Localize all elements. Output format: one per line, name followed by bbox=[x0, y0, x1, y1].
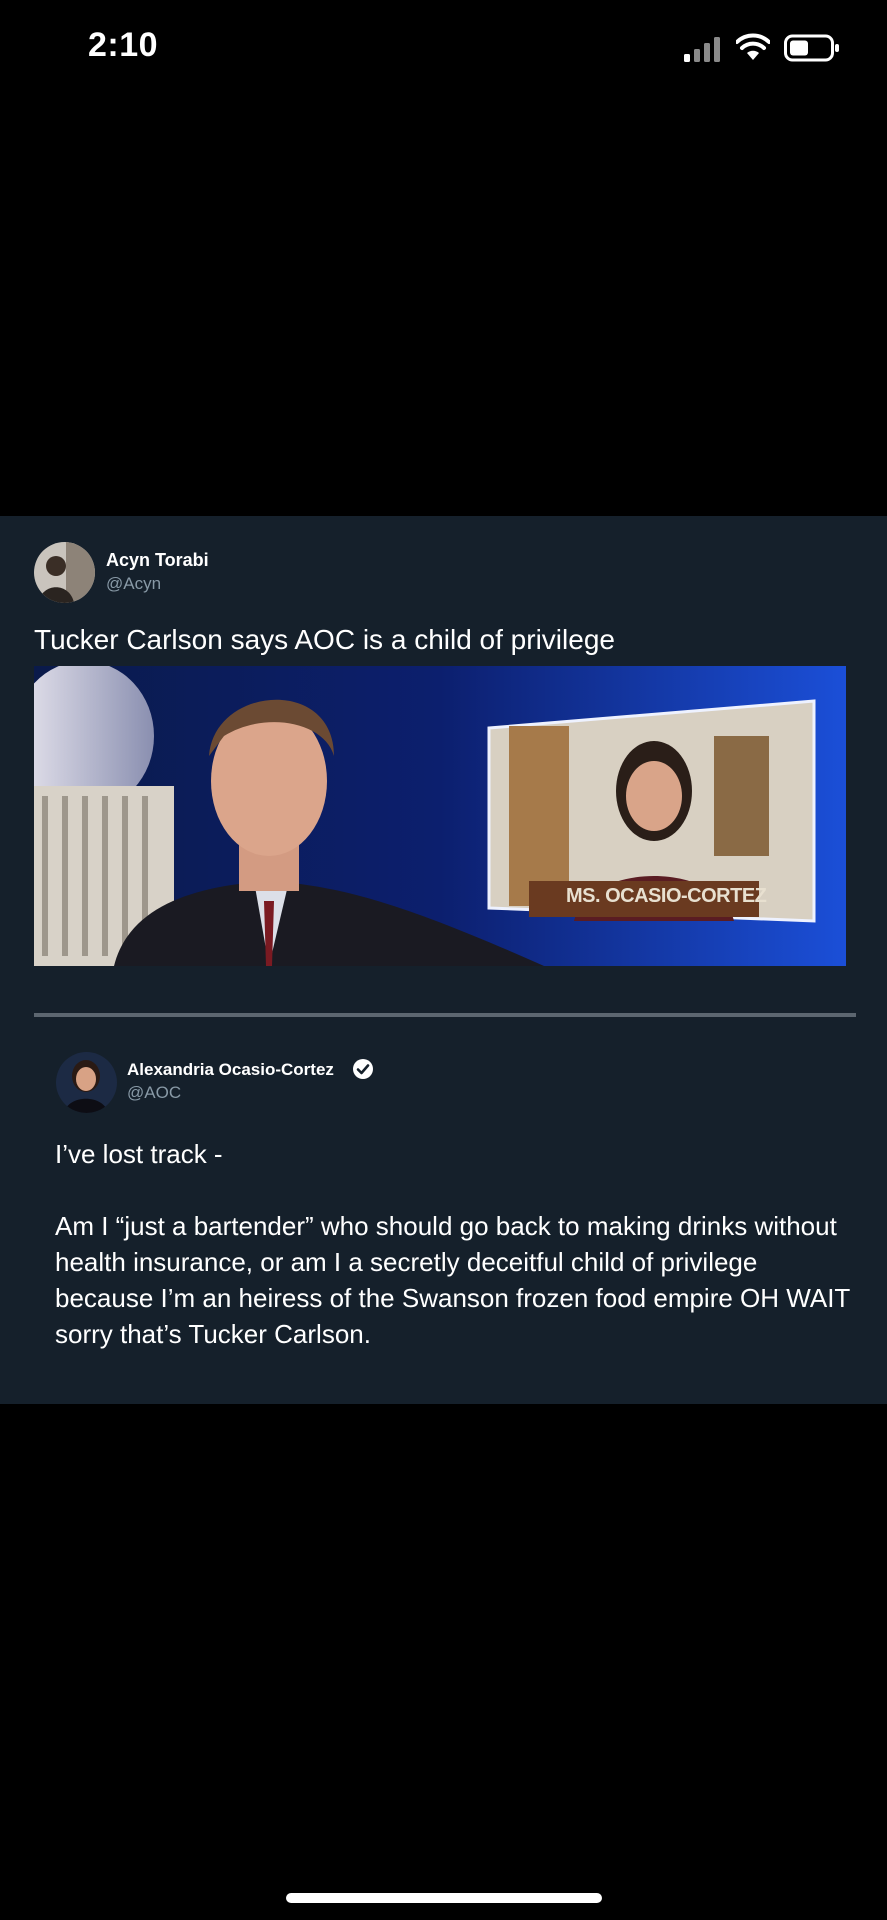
home-indicator[interactable] bbox=[286, 1893, 602, 1903]
divider bbox=[34, 1013, 856, 1017]
wifi-icon bbox=[736, 33, 770, 60]
status-time: 2:10 bbox=[88, 26, 159, 64]
author-name[interactable]: Acyn Torabi bbox=[106, 550, 209, 571]
tweet-text: I’ve lost track - Am I “just a bartender… bbox=[55, 1136, 855, 1352]
tweet-text: Tucker Carlson says AOC is a child of pr… bbox=[34, 624, 615, 655]
author-handle[interactable]: @AOC bbox=[127, 1083, 181, 1103]
avatar-acyn[interactable] bbox=[34, 542, 95, 603]
battery-icon bbox=[784, 34, 839, 62]
media-nameplate: MS. OCASIO-CORTEZ bbox=[566, 885, 767, 907]
status-bar: 2:10 bbox=[0, 0, 887, 100]
tweet-text-paragraph: Am I “just a bartender” who should go ba… bbox=[55, 1211, 850, 1349]
tweet-media-image[interactable] bbox=[34, 666, 846, 966]
avatar-aoc[interactable] bbox=[56, 1052, 117, 1113]
verified-badge-icon bbox=[353, 1059, 373, 1079]
author-name[interactable]: Alexandria Ocasio-Cortez bbox=[127, 1060, 334, 1080]
author-handle[interactable]: @Acyn bbox=[106, 574, 161, 594]
tweet-text-line: I’ve lost track - bbox=[55, 1139, 223, 1169]
cellular-signal-icon bbox=[684, 37, 720, 62]
